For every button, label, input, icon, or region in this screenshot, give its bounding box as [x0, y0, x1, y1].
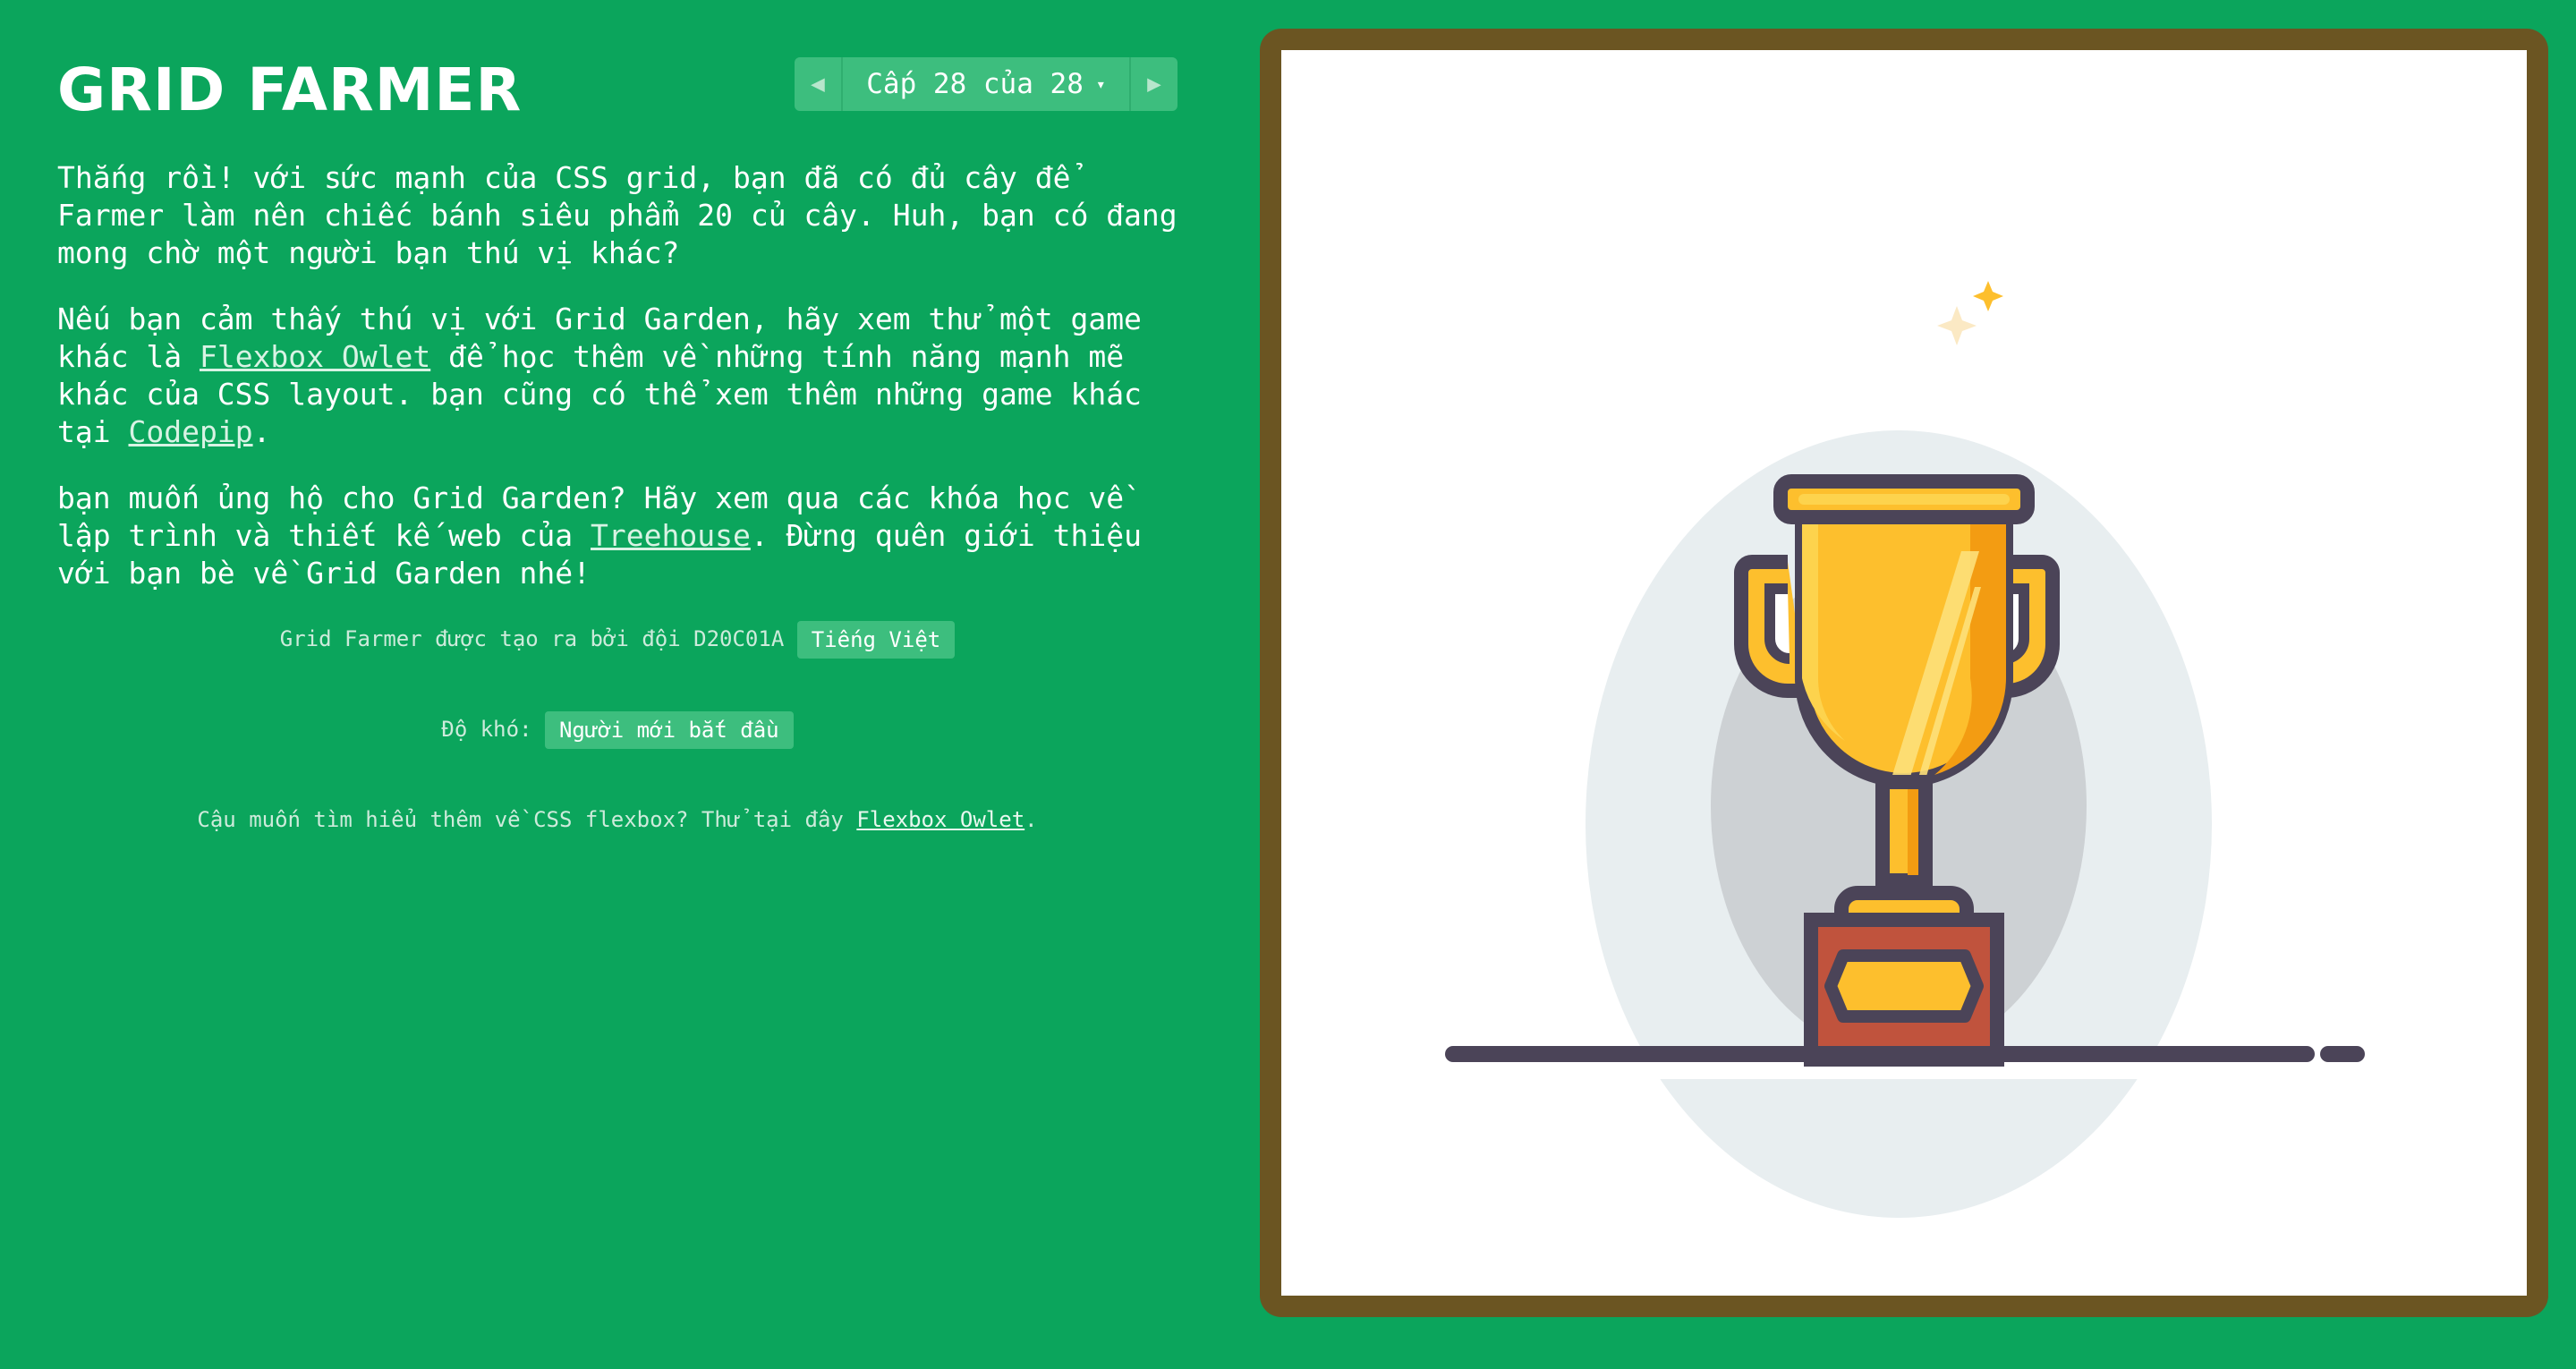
credits: Grid Farmer được tạo ra bởi đội D20C01A …: [0, 621, 1235, 659]
sparkle-faint-icon: [1937, 306, 1977, 345]
language-button[interactable]: Tiếng Việt: [796, 621, 956, 659]
p2-text-end: .: [252, 414, 271, 449]
difficulty: Độ khó: Người mới bắt đầu: [0, 711, 1235, 749]
game-board: [1281, 50, 2527, 1296]
caret-down-icon: ▾: [1095, 74, 1106, 94]
instructions-paragraph-2: Nếu bạn cảm thấy thú vị với Grid Garden,…: [57, 301, 1185, 451]
instructions-paragraph-3: bạn muốn ủng hộ cho Grid Garden? Hãy xem…: [57, 480, 1185, 592]
trophy-icon: [1445, 281, 2365, 1218]
difficulty-label: Độ khó:: [441, 717, 532, 742]
treehouse-link[interactable]: Treehouse: [591, 518, 751, 553]
instructions: Thắng rồi! với sức mạnh của CSS grid, bạ…: [57, 159, 1185, 621]
game-title: GRID FARMER: [57, 55, 523, 124]
flexbox-owlet-link[interactable]: Flexbox Owlet: [200, 339, 430, 374]
level-label: Cấp 28 của 28: [866, 68, 1084, 100]
difficulty-button[interactable]: Người mới bắt đầu: [544, 711, 794, 749]
game-board-frame: [1260, 29, 2548, 1317]
arrow-right-icon: ▶: [1147, 71, 1161, 98]
arrow-left-icon: ◀: [811, 71, 825, 98]
promo-text: Cậu muốn tìm hiểu thêm về CSS flexbox? T…: [197, 807, 857, 832]
level-navigation: ◀ Cấp 28 của 28 ▾ ▶: [795, 57, 1177, 111]
promo-flexbox-owlet-link[interactable]: Flexbox Owlet: [856, 807, 1024, 832]
promo-text-end: .: [1024, 807, 1038, 832]
previous-level-button[interactable]: ◀: [795, 57, 843, 111]
level-dropdown[interactable]: Cấp 28 của 28 ▾: [843, 57, 1129, 111]
codepip-link[interactable]: Codepip: [128, 414, 252, 449]
sparkle-icon: [1973, 281, 2003, 311]
next-level-button[interactable]: ▶: [1129, 57, 1177, 111]
instructions-paragraph-1: Thắng rồi! với sức mạnh của CSS grid, bạ…: [57, 160, 1177, 270]
promo: Cậu muốn tìm hiểu thêm về CSS flexbox? T…: [0, 807, 1235, 832]
credits-text: Grid Farmer được tạo ra bởi đội D20C01A: [279, 626, 785, 651]
